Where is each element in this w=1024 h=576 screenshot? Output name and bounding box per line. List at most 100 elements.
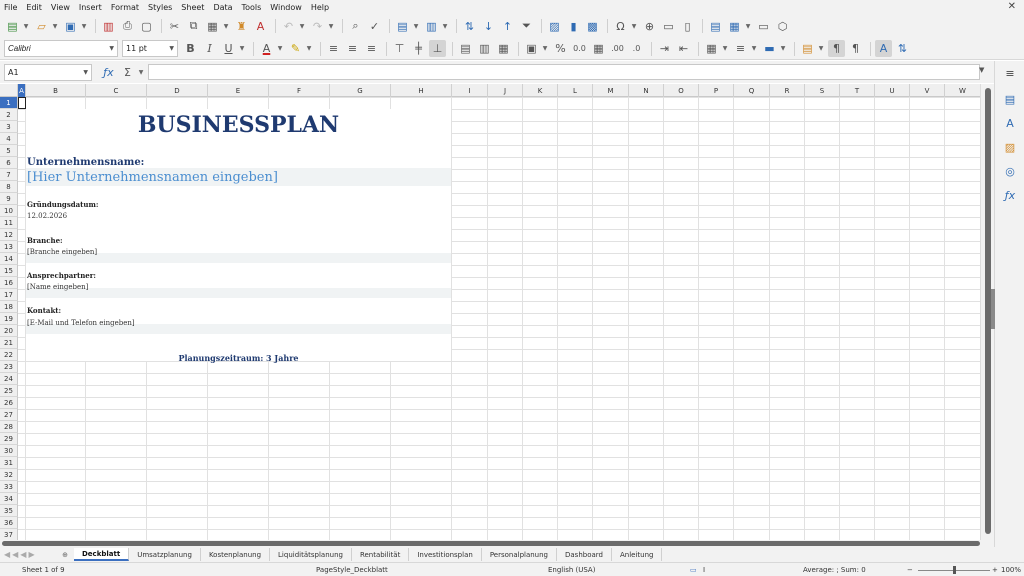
open-icon[interactable]: ▱ (33, 18, 50, 35)
new-dropdown-icon[interactable]: ▼ (23, 18, 29, 35)
spelling-icon[interactable]: ✓ (366, 18, 383, 35)
expand-formula-bar-icon[interactable]: ▼ (979, 66, 984, 74)
row-header-10[interactable]: 10 (0, 205, 18, 217)
column-header-m[interactable]: M (593, 84, 629, 97)
font-size-box[interactable]: 11 pt ▼ (122, 40, 178, 57)
company-value[interactable]: [Hier Unternehmensnamen eingeben] (27, 170, 278, 185)
row-header-15[interactable]: 15 (0, 265, 18, 277)
delete-decimal-icon[interactable]: .0 (628, 40, 645, 57)
wrap-text-icon[interactable]: ▤ (457, 40, 474, 57)
column-header-d[interactable]: D (147, 84, 208, 97)
insert-chart-icon[interactable]: ▮ (565, 18, 582, 35)
row-header-29[interactable]: 29 (0, 433, 18, 445)
row-header-7[interactable]: 7 (0, 169, 18, 181)
menu-tools[interactable]: Tools (242, 3, 262, 12)
sheet-tab-deckblatt[interactable]: Deckblatt (74, 548, 130, 561)
contact-value[interactable]: [E-Mail und Telefon eingeben] (27, 319, 135, 327)
sidebar-menu-icon[interactable]: ≡ (1002, 65, 1018, 81)
column-header-f[interactable]: F (269, 84, 330, 97)
currency-format-icon[interactable]: ▣ (523, 40, 540, 57)
row-header-32[interactable]: 32 (0, 469, 18, 481)
column-header-n[interactable]: N (629, 84, 664, 97)
text-horizontal-icon[interactable]: A (875, 40, 892, 57)
row-header-37[interactable]: 37 (0, 529, 18, 540)
menu-sheet[interactable]: Sheet (181, 3, 204, 12)
date-format-icon[interactable]: ▦ (590, 40, 607, 57)
column-header-o[interactable]: O (664, 84, 699, 97)
italic-icon[interactable]: I (201, 40, 218, 57)
save-dropdown-icon[interactable]: ▼ (81, 18, 87, 35)
column-header-e[interactable]: E (208, 84, 269, 97)
align-left-icon[interactable]: ≡ (325, 40, 342, 57)
row-header-3[interactable]: 3 (0, 121, 18, 133)
sheet-tab-dashboard[interactable]: Dashboard (557, 548, 612, 561)
row-header-13[interactable]: 13 (0, 241, 18, 253)
row-icon[interactable]: ▤ (394, 18, 411, 35)
border-style-icon[interactable]: ≡ (732, 40, 749, 57)
underline-dropdown-icon[interactable]: ▼ (239, 40, 245, 57)
sidebar-resize-handle[interactable] (991, 289, 995, 329)
border-color-icon[interactable]: ▬ (761, 40, 778, 57)
styles-icon[interactable]: A (1002, 115, 1018, 131)
row-header-19[interactable]: 19 (0, 313, 18, 325)
zoom-level[interactable]: 100% (1001, 566, 1021, 574)
align-right-icon[interactable]: ≡ (363, 40, 380, 57)
undo-icon[interactable]: ↶ (280, 18, 297, 35)
borders-dropdown-icon[interactable]: ▼ (722, 40, 728, 57)
sheet-tab-umsatzplanung[interactable]: Umsatzplanung (129, 548, 201, 561)
zoom-in-icon[interactable]: + (992, 566, 998, 574)
zoom-slider-knob[interactable] (953, 566, 956, 574)
row-header-2[interactable]: 2 (0, 109, 18, 121)
column-header-s[interactable]: S (805, 84, 840, 97)
column-header-r[interactable]: R (770, 84, 805, 97)
founding-value[interactable]: 12.02.2026 (27, 212, 67, 220)
row-header-28[interactable]: 28 (0, 421, 18, 433)
new-document-icon[interactable]: ▤ (4, 18, 21, 35)
row-header-8[interactable]: 8 (0, 181, 18, 193)
add-decimal-icon[interactable]: .00 (609, 40, 626, 57)
save-icon[interactable]: ▣ (62, 18, 79, 35)
column-header-w[interactable]: W (945, 84, 981, 97)
redo-icon[interactable]: ↷ (309, 18, 326, 35)
add-sheet-icon[interactable]: ⊕ (60, 551, 70, 559)
comment-icon[interactable]: ▭ (660, 18, 677, 35)
special-character-icon[interactable]: Ω (612, 18, 629, 35)
horizontal-scroll-thumb[interactable] (2, 541, 980, 546)
column-header-l[interactable]: L (558, 84, 593, 97)
row-header-25[interactable]: 25 (0, 385, 18, 397)
clone-formatting-icon[interactable]: ♜ (233, 18, 250, 35)
cut-icon[interactable]: ✂ (166, 18, 183, 35)
menu-view[interactable]: View (51, 3, 70, 12)
underline-icon[interactable]: U (220, 40, 237, 57)
sum-icon[interactable]: Σ (119, 64, 136, 81)
column-header-k[interactable]: K (523, 84, 558, 97)
column-header-g[interactable]: G (330, 84, 391, 97)
border-style-dropdown-icon[interactable]: ▼ (751, 40, 757, 57)
export-pdf-icon[interactable]: ▥ (100, 18, 117, 35)
sum-dropdown-icon[interactable]: ▼ (138, 64, 144, 81)
row-header-18[interactable]: 18 (0, 301, 18, 313)
row-header-14[interactable]: 14 (0, 253, 18, 265)
align-center-icon[interactable]: ≡ (344, 40, 361, 57)
row-header-20[interactable]: 20 (0, 325, 18, 337)
zoom-out-icon[interactable]: − (907, 566, 913, 574)
menu-insert[interactable]: Insert (79, 3, 102, 12)
row-header-11[interactable]: 11 (0, 217, 18, 229)
column-icon[interactable]: ▥ (423, 18, 440, 35)
name-box[interactable]: A1 ▼ (4, 63, 92, 81)
copy-icon[interactable]: ⧉ (185, 18, 202, 35)
column-header-u[interactable]: U (875, 84, 910, 97)
find-replace-icon[interactable]: ⌕ (347, 18, 364, 35)
merge-cells-icon[interactable]: ▦ (495, 40, 512, 57)
row-header-12[interactable]: 12 (0, 229, 18, 241)
column-header-b[interactable]: B (26, 84, 86, 97)
bold-icon[interactable]: B (182, 40, 199, 57)
row-header-24[interactable]: 24 (0, 373, 18, 385)
column-header-t[interactable]: T (840, 84, 875, 97)
row-header-16[interactable]: 16 (0, 277, 18, 289)
column-header-q[interactable]: Q (734, 84, 770, 97)
menu-styles[interactable]: Styles (148, 3, 172, 12)
status-page-style[interactable]: PageStyle_Deckblatt (316, 566, 388, 574)
align-bottom-icon[interactable]: ⊥ (429, 40, 446, 57)
print-preview-icon[interactable]: ▢ (138, 18, 155, 35)
